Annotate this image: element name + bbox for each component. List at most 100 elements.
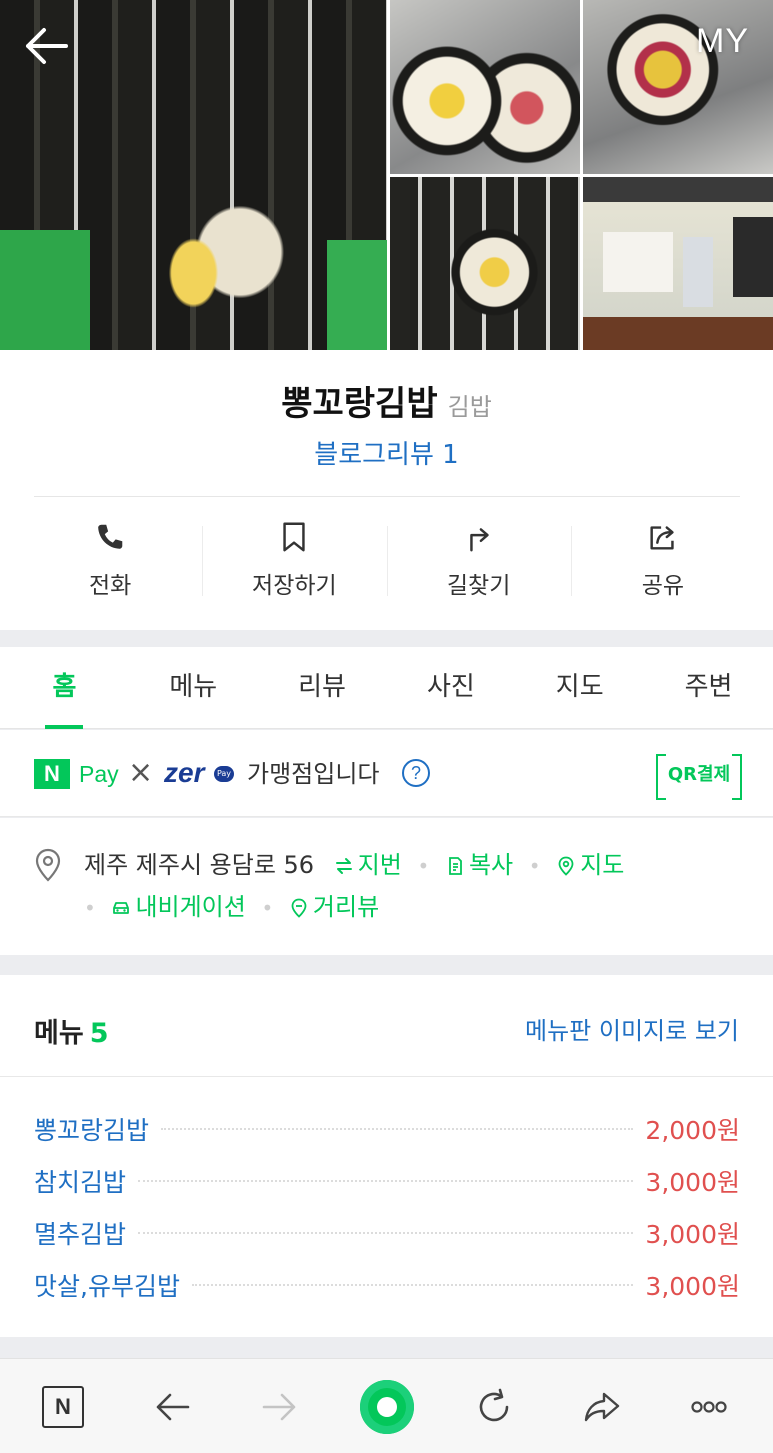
- green-dot-button[interactable]: [352, 1359, 422, 1453]
- title-row: 뽕꼬랑김밥 김밥: [0, 376, 773, 425]
- action-bar: 전화 저장하기 길찾기 공유: [18, 520, 755, 600]
- arrow-left-icon: [156, 1393, 190, 1420]
- directions-label: 길찾기: [446, 573, 511, 599]
- address-line: • 내비게이션 • 거리뷰: [84, 890, 379, 925]
- navigation-link[interactable]: 내비게이션: [111, 893, 253, 921]
- menu-item[interactable]: 뽕꼬랑김밥 2,000원: [34, 1103, 740, 1155]
- call-button[interactable]: 전화: [18, 520, 202, 600]
- photo-gallery[interactable]: MY: [0, 0, 773, 350]
- menu-item-price: 2,000원: [645, 1116, 740, 1145]
- copy-label: 복사: [468, 851, 514, 879]
- directions-icon: [469, 528, 489, 552]
- street-view-label: 거리뷰: [312, 893, 380, 921]
- divider: [0, 1076, 773, 1077]
- tab-nearby[interactable]: 주변: [644, 647, 773, 728]
- copy-icon: [449, 857, 462, 875]
- menu-item[interactable]: 참치김밥 3,000원: [34, 1155, 740, 1207]
- street-view-link[interactable]: 거리뷰: [289, 893, 379, 921]
- menu-item-name: 맛살,유부김밥: [34, 1272, 180, 1301]
- copy-link[interactable]: 복사: [445, 851, 521, 879]
- arrow-left-icon: [26, 28, 68, 64]
- menu-item-name: 참치김밥: [34, 1168, 127, 1197]
- npay-text: Pay: [79, 761, 119, 787]
- divider: [34, 496, 740, 497]
- menu-item-name: 뽕꼬랑김밥: [34, 1116, 150, 1145]
- dot-separator: •: [261, 896, 274, 920]
- place-info-card: 뽕꼬랑김밥 김밥 블로그리뷰 1 전화 저장하기 길찾기 공유: [0, 350, 773, 630]
- forward-nav-button[interactable]: [245, 1359, 315, 1453]
- save-button[interactable]: 저장하기: [202, 520, 386, 600]
- place-category: 김밥: [447, 393, 492, 421]
- zeropay-badge: Pay: [214, 766, 234, 782]
- menu-title: 메뉴: [34, 1018, 84, 1049]
- more-button[interactable]: [674, 1359, 744, 1453]
- menu-section: 메뉴 5 메뉴판 이미지로 보기 뽕꼬랑김밥 2,000원 참치김밥 3,000원…: [0, 975, 773, 1337]
- jibun-label: 지번: [357, 851, 402, 879]
- menu-item-price: 3,000원: [645, 1168, 740, 1197]
- dot-separator: •: [528, 854, 541, 878]
- naver-logo-icon: N: [42, 1385, 84, 1428]
- refresh-button[interactable]: [459, 1359, 529, 1453]
- menu-list: 뽕꼬랑김밥 2,000원 참치김밥 3,000원 멸추김밥 3,000원 맛살,…: [34, 1103, 740, 1311]
- menu-item[interactable]: 맛살,유부김밥 3,000원: [34, 1259, 740, 1311]
- back-button[interactable]: [22, 24, 70, 68]
- share-icon: [650, 526, 674, 550]
- dotted-leader: [138, 1180, 634, 1182]
- navigation-label: 내비게이션: [135, 893, 246, 921]
- map-pin-icon: [558, 856, 574, 876]
- place-name: 뽕꼬랑김밥: [281, 384, 438, 424]
- browser-toolbar: N: [0, 1358, 773, 1453]
- arrow-right-icon: [262, 1393, 296, 1420]
- directions-button[interactable]: 길찾기: [386, 520, 571, 600]
- menu-item-price: 3,000원: [645, 1272, 740, 1301]
- location-pin-icon: [35, 848, 61, 882]
- tab-review[interactable]: 리뷰: [258, 647, 387, 728]
- menu-item-name: 멸추김밥: [34, 1220, 127, 1249]
- bookmark-icon: [283, 522, 306, 552]
- address-text: 제주 제주시 용담로 56: [84, 851, 315, 879]
- photo-thumb[interactable]: [390, 0, 580, 174]
- swap-icon: [335, 858, 352, 874]
- green-dot-icon: [360, 1379, 414, 1434]
- my-button[interactable]: MY: [696, 22, 749, 61]
- naver-home-button[interactable]: N: [28, 1359, 98, 1453]
- phone-icon: [98, 524, 123, 549]
- tab-home[interactable]: 홈: [0, 647, 129, 729]
- zeropay-logo: zer: [164, 757, 205, 788]
- npay-logo: N: [34, 759, 70, 789]
- address-line: 제주 제주시 용담로 56 지번 • 복사 • 지도: [84, 848, 624, 883]
- share-page-button[interactable]: [567, 1359, 637, 1453]
- save-label: 저장하기: [252, 573, 337, 599]
- map-link[interactable]: 지도: [556, 851, 624, 879]
- photo-thumb[interactable]: [583, 177, 773, 350]
- address-section: 제주 제주시 용담로 56 지번 • 복사 • 지도 • 내비게이션 • 거리뷰: [0, 818, 773, 955]
- more-icon: [691, 1400, 727, 1413]
- street-view-icon: [291, 898, 307, 918]
- dotted-leader: [191, 1284, 634, 1286]
- tab-map[interactable]: 지도: [515, 647, 644, 728]
- tab-bar: 홈 메뉴 리뷰 사진 지도 주변: [0, 647, 773, 729]
- dot-separator: •: [417, 854, 430, 878]
- menu-count: 5: [89, 1018, 109, 1049]
- menu-board-link[interactable]: 메뉴판 이미지로 보기: [525, 1011, 739, 1046]
- map-label: 지도: [580, 851, 625, 879]
- qr-payment-button[interactable]: QR결제: [656, 754, 742, 800]
- tab-photo[interactable]: 사진: [386, 647, 515, 728]
- jibun-link[interactable]: 지번: [334, 851, 410, 879]
- forward-share-icon: [584, 1392, 620, 1421]
- tab-menu[interactable]: 메뉴: [129, 647, 258, 728]
- photo-thumb[interactable]: [390, 177, 580, 350]
- car-icon: [113, 902, 130, 914]
- times-symbol: ×: [128, 755, 154, 790]
- share-button[interactable]: 공유: [570, 520, 755, 600]
- dotted-leader: [138, 1232, 634, 1234]
- share-label: 공유: [641, 573, 685, 599]
- payment-info: N Pay × zer Pay 가맹점입니다 ? QR결제: [0, 730, 773, 817]
- dot-separator: •: [84, 896, 96, 920]
- merchant-text: 가맹점입니다: [247, 760, 380, 788]
- help-icon[interactable]: ?: [402, 759, 430, 787]
- menu-item[interactable]: 멸추김밥 3,000원: [34, 1207, 740, 1259]
- blog-review-link[interactable]: 블로그리뷰 1: [0, 434, 773, 471]
- dotted-leader: [161, 1128, 634, 1130]
- back-nav-button[interactable]: [137, 1359, 207, 1453]
